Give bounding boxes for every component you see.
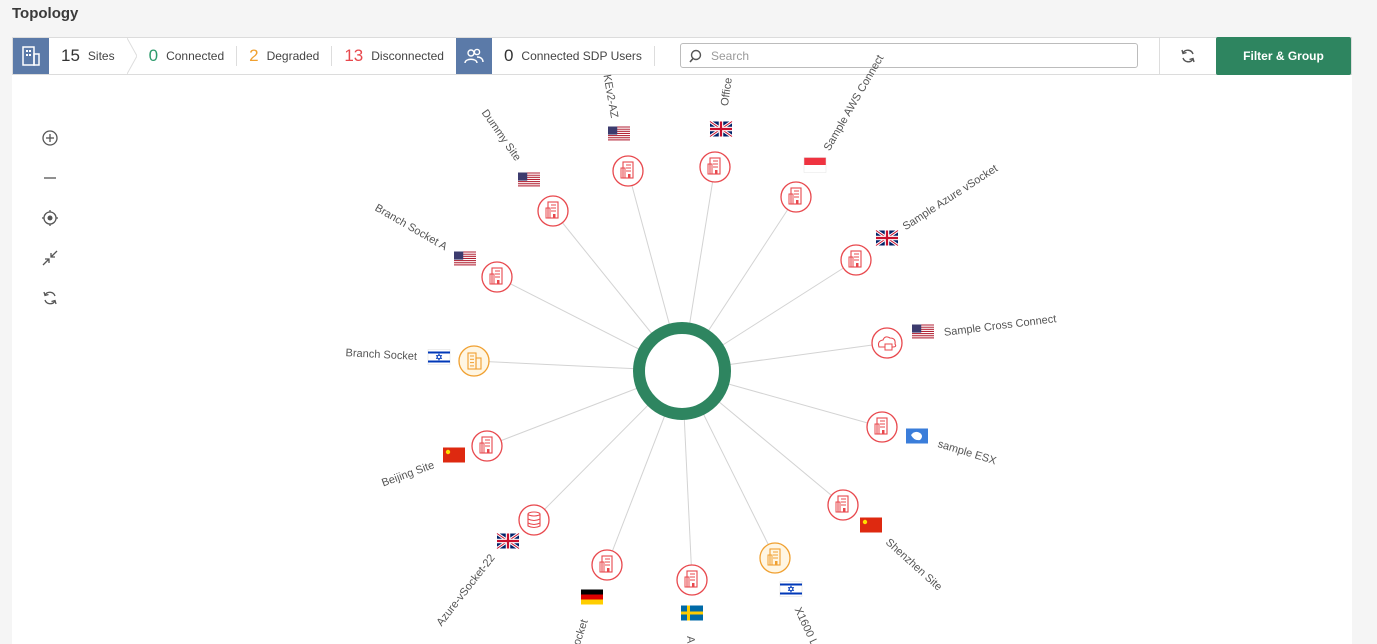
target-icon <box>42 210 58 226</box>
zoom-toolbar <box>28 118 72 318</box>
sites-icon[interactable] <box>13 38 49 74</box>
zoom-out-icon <box>44 177 56 179</box>
reset-layout-button[interactable] <box>28 278 72 318</box>
divider <box>653 46 655 66</box>
search-icon <box>689 49 702 63</box>
sites-count: 15 <box>61 46 80 65</box>
disconnected-count: 13 <box>344 46 364 65</box>
degraded-label: Degraded <box>266 49 320 63</box>
search-input[interactable] <box>709 47 1137 64</box>
disconnected-stat[interactable]: 13 Disconnected <box>332 38 456 74</box>
center-button[interactable] <box>28 198 72 238</box>
sdp-users-label: Connected SDP Users <box>521 49 642 63</box>
collapse-button[interactable] <box>28 238 72 278</box>
zoom-in-button[interactable] <box>28 118 72 158</box>
sites-stat[interactable]: 15 Sites <box>49 38 127 74</box>
search-box <box>680 43 1138 68</box>
connected-stat[interactable]: 0 Connected <box>137 38 237 74</box>
sdp-users-count: 0 <box>503 46 514 65</box>
sites-label: Sites <box>87 49 115 63</box>
refresh-icon <box>1181 49 1195 63</box>
zoom-out-button[interactable] <box>28 158 72 198</box>
connected-label: Connected <box>166 49 225 63</box>
refresh-icon <box>43 291 57 305</box>
status-toolbar: 15 Sites 0 Connected 2 Degraded 13 Disco… <box>12 37 1352 75</box>
zoom-in-icon <box>42 130 58 146</box>
filter-group-button[interactable]: Filter & Group <box>1216 37 1351 75</box>
collapse-icon <box>42 250 58 266</box>
degraded-count: 2 <box>249 46 259 65</box>
topology-canvas[interactable] <box>12 75 1352 644</box>
connected-count: 0 <box>148 46 159 65</box>
sdp-users-stat[interactable]: 0 Connected SDP Users <box>492 38 654 74</box>
chevron-divider-icon <box>126 38 137 74</box>
disconnected-label: Disconnected <box>371 49 444 63</box>
sdp-users-icon[interactable] <box>455 38 492 74</box>
page-title: Topology <box>12 5 79 22</box>
degraded-stat[interactable]: 2 Degraded <box>237 38 331 74</box>
refresh-button[interactable] <box>1159 38 1216 74</box>
